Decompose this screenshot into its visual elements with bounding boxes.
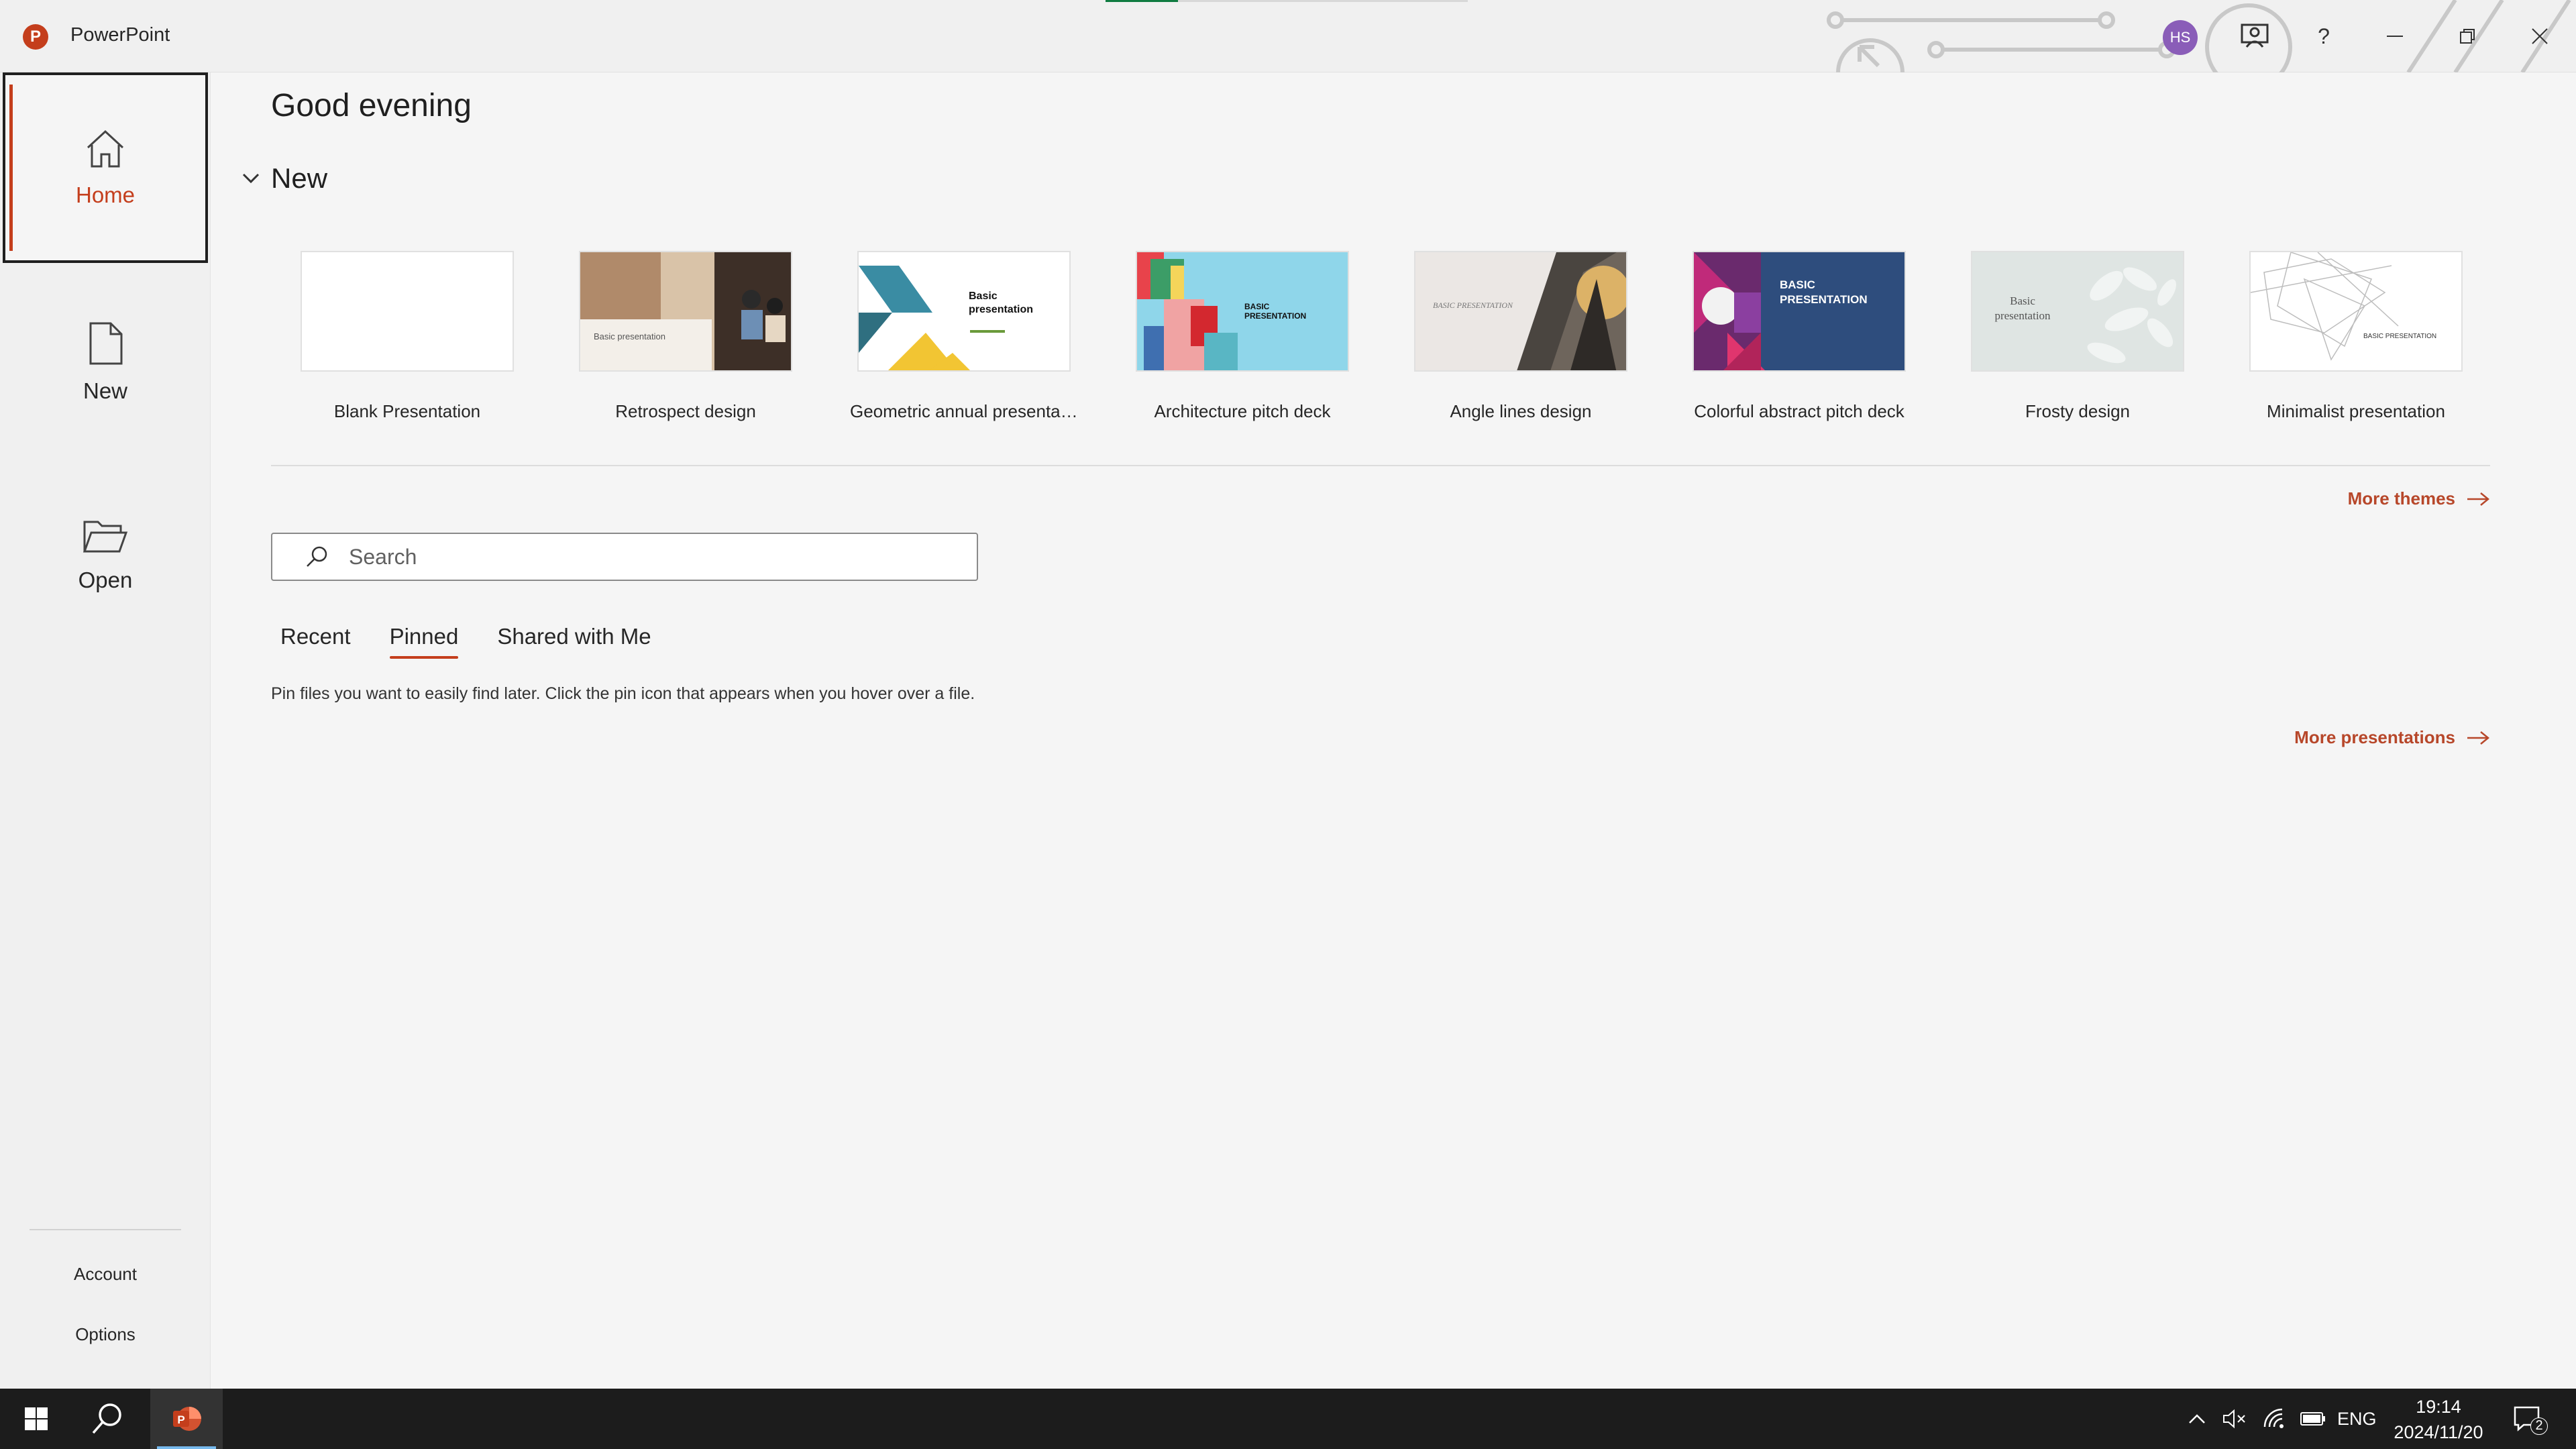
minimalist-thumbnail-art [2251,252,2461,370]
feedback-icon[interactable] [2231,16,2278,56]
taskbar: P ENG 19:14 2024/11/20 2 [0,1389,2576,1449]
sidebar-item-new[interactable]: New [3,267,208,458]
clock-time: 19:14 [2416,1397,2461,1417]
search-icon [92,1403,121,1434]
close-button[interactable] [2520,16,2560,56]
title-bar: P PowerPoint HS ? [0,0,2576,72]
thumbnail-caption: BASIC PRESENTATION [2363,333,2437,340]
angle-lines-thumbnail-art [1415,252,1626,370]
pinned-empty-hint: Pin files you want to easily find later.… [271,684,975,703]
template-thumbnail: BASIC PRESENTATION [2249,251,2463,372]
template-name: Retrospect design [615,401,756,421]
more-presentations-link[interactable]: More presentations [2294,727,2490,748]
thumbnail-caption: Basic presentation [969,290,1034,315]
start-button[interactable] [12,1389,60,1449]
template-card-minimalist[interactable]: BASIC PRESENTATION Minimalist presentati… [2249,251,2463,422]
account-link[interactable]: Account [0,1264,211,1285]
sidebar-item-open[interactable]: Open [3,460,208,651]
sidebar-item-label: Home [75,182,136,207]
template-card-frosty[interactable]: Basic presentation Frosty design [1971,251,2184,422]
template-thumbnail: Basic presentation [579,251,792,372]
network-icon[interactable] [2262,1389,2286,1449]
main-content: Good evening New Blank Presentation Basi… [211,72,2576,1389]
template-thumbnail: Basic presentation [1971,251,2184,372]
restore-button[interactable] [2447,16,2487,56]
taskbar-powerpoint-button[interactable]: P [150,1389,223,1449]
app-title: PowerPoint [70,24,170,46]
user-avatar[interactable]: HS [2163,20,2198,55]
colorful-abstract-thumbnail-art [1694,252,1904,370]
template-gallery: Blank Presentation Basic presentation Re [301,251,2576,506]
template-thumbnail: BASIC PRESENTATION [1414,251,1627,372]
help-button[interactable]: ? [2304,16,2344,56]
thumbnail-caption: BASIC PRESENTATION [1780,278,1868,306]
battery-icon[interactable] [2300,1389,2326,1449]
template-name: Architecture pitch deck [1154,401,1331,421]
options-link[interactable]: Options [0,1324,211,1345]
template-thumbnail: BASIC PRESENTATION [1136,251,1349,372]
more-themes-link[interactable]: More themes [2348,488,2490,509]
greeting-heading: Good evening [271,88,472,123]
input-language[interactable]: ENG [2337,1389,2377,1449]
thumbnail-caption: Basic presentation [594,331,665,341]
arrow-right-icon [2467,492,2489,506]
folder-open-icon [83,521,128,553]
new-section-toggle[interactable]: New [237,162,327,195]
sidebar: Home New Open Account Options [0,72,211,1389]
template-name: Angle lines design [1450,401,1592,421]
sidebar-item-home[interactable]: Home [3,72,208,263]
new-file-icon [89,322,123,365]
loading-bar-fill [1106,0,1178,2]
powerpoint-icon: P [173,1407,201,1431]
section-title: New [271,162,328,194]
more-presentations-label: More presentations [2294,727,2455,747]
notification-center-button[interactable]: 2 [2513,1389,2548,1449]
template-thumbnail [301,251,514,372]
template-name: Geometric annual presentat... [850,401,1078,421]
template-name: Blank Presentation [333,401,481,421]
chevron-up-icon [2189,1414,2205,1424]
template-thumbnail: BASIC PRESENTATION [1693,251,1906,372]
tab-pinned[interactable]: Pinned [389,624,458,659]
clock-date: 2024/11/20 [2394,1422,2483,1442]
template-card-angle-lines[interactable]: BASIC PRESENTATION Angle lines design [1414,251,1627,422]
taskbar-search-button[interactable] [82,1389,133,1449]
system-clock[interactable]: 19:14 2024/11/20 [2375,1394,2502,1445]
template-name: Colorful abstract pitch deck [1694,401,1904,421]
sidebar-item-label: New [83,378,128,403]
file-tabs: Recent Pinned Shared with Me [280,624,651,659]
minimize-button[interactable] [2375,16,2415,56]
volume-muted-icon[interactable] [2222,1389,2247,1449]
more-themes-label: More themes [2347,488,2455,508]
template-card-architecture[interactable]: BASIC PRESENTATION Architecture pitch de… [1136,251,1349,422]
tab-shared-with-me[interactable]: Shared with Me [497,624,651,655]
powerpoint-logo-icon: P [23,24,48,50]
thumbnail-caption: BASIC PRESENTATION [1433,301,1513,310]
section-divider [271,465,2490,466]
template-name: Frosty design [2025,401,2131,421]
template-name: Minimalist presentation [2267,401,2445,421]
search-icon [303,543,330,570]
template-card-geometric[interactable]: Basic presentation Geometric annual pres… [850,251,1078,422]
svg-text:P: P [177,1413,184,1426]
sidebar-divider [30,1229,181,1230]
retrospect-thumbnail-art [580,252,791,370]
sidebar-item-label: Open [78,568,133,592]
arrow-right-icon [2467,731,2489,745]
thumbnail-caption: BASIC PRESENTATION [1244,302,1307,321]
template-card-retrospect[interactable]: Basic presentation Retrospect design [579,251,792,422]
notification-badge: 2 [2530,1417,2548,1435]
template-card-colorful-abstract[interactable]: BASIC PRESENTATION Colorful abstract pit… [1693,251,1906,422]
windows-logo-icon [25,1407,48,1430]
tab-recent[interactable]: Recent [280,624,351,655]
thumbnail-caption: Basic presentation [1994,294,2051,322]
show-hidden-icons[interactable] [2188,1389,2206,1449]
template-thumbnail: Basic presentation [857,251,1071,372]
search-input[interactable] [349,544,953,570]
template-card-blank[interactable]: Blank Presentation [301,251,514,422]
search-box[interactable] [271,533,978,581]
loading-bar [1106,0,1468,2]
chevron-down-icon [237,165,264,192]
home-icon [87,129,124,168]
